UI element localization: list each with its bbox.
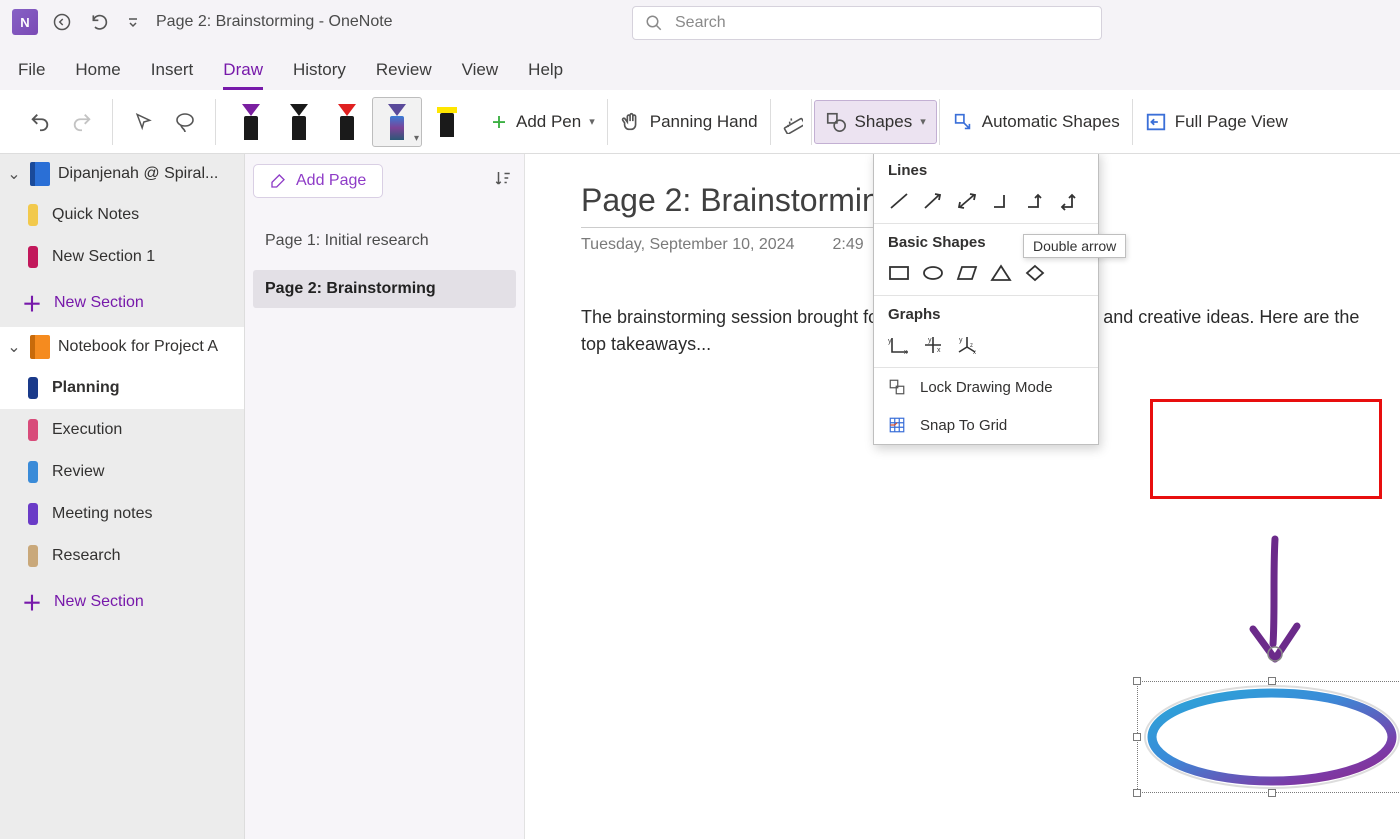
pen-purple[interactable] [228,97,274,147]
notebook-header-2[interactable]: ⌄ Notebook for Project A [0,327,244,367]
full-page-label: Full Page View [1175,112,1288,132]
full-page-view-button[interactable]: Full Page View [1135,100,1298,144]
shapes-button[interactable]: Shapes ▾ [814,100,937,144]
tab-history[interactable]: History [293,60,346,90]
chevron-down-icon: ⌄ [6,337,22,357]
page-canvas[interactable]: Page 2: Brainstorming Tuesday, September… [525,154,1400,839]
shapes-label: Shapes [855,112,913,132]
chevron-down-icon: ⌄ [6,164,22,184]
tab-insert[interactable]: Insert [151,60,194,90]
svg-text:x: x [973,350,976,355]
notebook-icon [30,335,50,359]
shapes-dropdown: Lines Basic Shapes Graphs yx [873,154,1099,445]
section-new-section-1[interactable]: New Section 1 [0,236,244,278]
notebook-nav: ⌄ Dipanjenah @ Spiral... Quick Notes New… [0,154,245,839]
window-title: Page 2: Brainstorming - OneNote [152,13,393,31]
shape-elbow-arrow[interactable] [1022,189,1048,213]
ribbon-tabs: File Home Insert Draw History Review Vie… [0,44,1400,90]
notebook-2-name: Notebook for Project A [58,338,218,356]
lasso-tool[interactable] [167,100,203,144]
add-pen-label: Add Pen [516,112,581,132]
customize-qat-button[interactable] [124,8,142,36]
shape-line[interactable] [886,189,912,213]
sort-pages-button[interactable] [494,169,512,192]
app-icon: N [12,9,38,35]
add-page-button[interactable]: Add Page [253,164,383,198]
title-bar: N Page 2: Brainstorming - OneNote Search [0,0,1400,44]
shape-ellipse[interactable] [920,261,946,285]
lock-drawing-mode[interactable]: Lock Drawing Mode [874,368,1098,406]
notebook-icon [30,162,50,186]
section-planning[interactable]: Planning [0,367,244,409]
tab-help[interactable]: Help [528,60,563,90]
plus-icon: ＋ [22,288,42,317]
section-execution[interactable]: Execution [0,409,244,451]
pen-black[interactable] [276,97,322,147]
svg-text:y: y [928,337,932,344]
shape-parallelogram[interactable] [954,261,980,285]
tab-review[interactable]: Review [376,60,432,90]
shape-triangle[interactable] [988,261,1014,285]
section-research[interactable]: Research [0,535,244,577]
ribbon: ▾ Add Pen ▾ Panning Hand Shapes ▾ Automa… [0,90,1400,154]
highlighter-yellow[interactable] [424,97,470,147]
shapes-group-lines: Lines [874,154,1098,185]
search-placeholder: Search [675,14,726,32]
shape-graph-xy[interactable]: yx [886,333,912,357]
svg-text:y: y [959,337,963,344]
tooltip-double-arrow: Double arrow [1023,234,1126,258]
shape-graph-3d[interactable]: y zx [954,333,980,357]
page-list-panel: Add Page Page 1: Initial research Page 2… [245,154,525,839]
redo-button [64,100,100,144]
ink-arrow[interactable] [1235,534,1315,674]
selected-oval-shape[interactable] [1137,681,1400,793]
drawn-rectangle[interactable] [1150,399,1382,499]
shape-rectangle[interactable] [886,261,912,285]
tab-view[interactable]: View [462,60,499,90]
page-date: Tuesday, September 10, 2024 [581,236,794,254]
shape-diamond[interactable] [1022,261,1048,285]
panning-hand-label: Panning Hand [650,112,758,132]
svg-text:z: z [970,343,973,349]
ruler-button[interactable] [773,100,809,144]
chevron-down-icon[interactable]: ▾ [414,133,419,144]
svg-text:x: x [904,349,908,355]
notebook-1-name: Dipanjenah @ Spiral... [58,165,218,183]
section-review[interactable]: Review [0,451,244,493]
snap-to-grid[interactable]: Snap To Grid [874,406,1098,444]
plus-icon: ＋ [22,587,42,616]
section-quick-notes[interactable]: Quick Notes [0,194,244,236]
back-button[interactable] [48,8,76,36]
pen-red[interactable] [324,97,370,147]
shape-arrow[interactable] [920,189,946,213]
page-item-1[interactable]: Page 1: Initial research [253,222,516,260]
shape-elbow-double-arrow[interactable] [1056,189,1082,213]
notebook-header-1[interactable]: ⌄ Dipanjenah @ Spiral... [0,154,244,194]
shape-graph-cross[interactable]: yx [920,333,946,357]
new-section-button-2[interactable]: ＋New Section [0,577,244,626]
page-time: 2:49 [832,236,863,254]
undo-button-top[interactable] [86,8,114,36]
svg-text:y: y [888,338,892,345]
tab-draw[interactable]: Draw [223,60,263,90]
shape-double-arrow[interactable] [954,189,980,213]
undo-button[interactable] [22,100,58,144]
svg-text:x: x [937,347,941,354]
automatic-shapes-label: Automatic Shapes [982,112,1120,132]
tab-file[interactable]: File [18,60,45,90]
section-meeting-notes[interactable]: Meeting notes [0,493,244,535]
automatic-shapes-button[interactable]: Automatic Shapes [942,100,1130,144]
select-tool[interactable] [125,100,161,144]
shapes-group-graphs: Graphs [874,296,1098,329]
new-section-button-1[interactable]: ＋New Section [0,278,244,327]
search-box[interactable]: Search [632,6,1102,40]
shape-elbow[interactable] [988,189,1014,213]
tab-home[interactable]: Home [75,60,120,90]
add-pen-button[interactable]: Add Pen ▾ [480,100,605,144]
page-item-2[interactable]: Page 2: Brainstorming [253,270,516,308]
panning-hand-button[interactable]: Panning Hand [610,100,768,144]
pen-galaxy[interactable]: ▾ [372,97,422,147]
